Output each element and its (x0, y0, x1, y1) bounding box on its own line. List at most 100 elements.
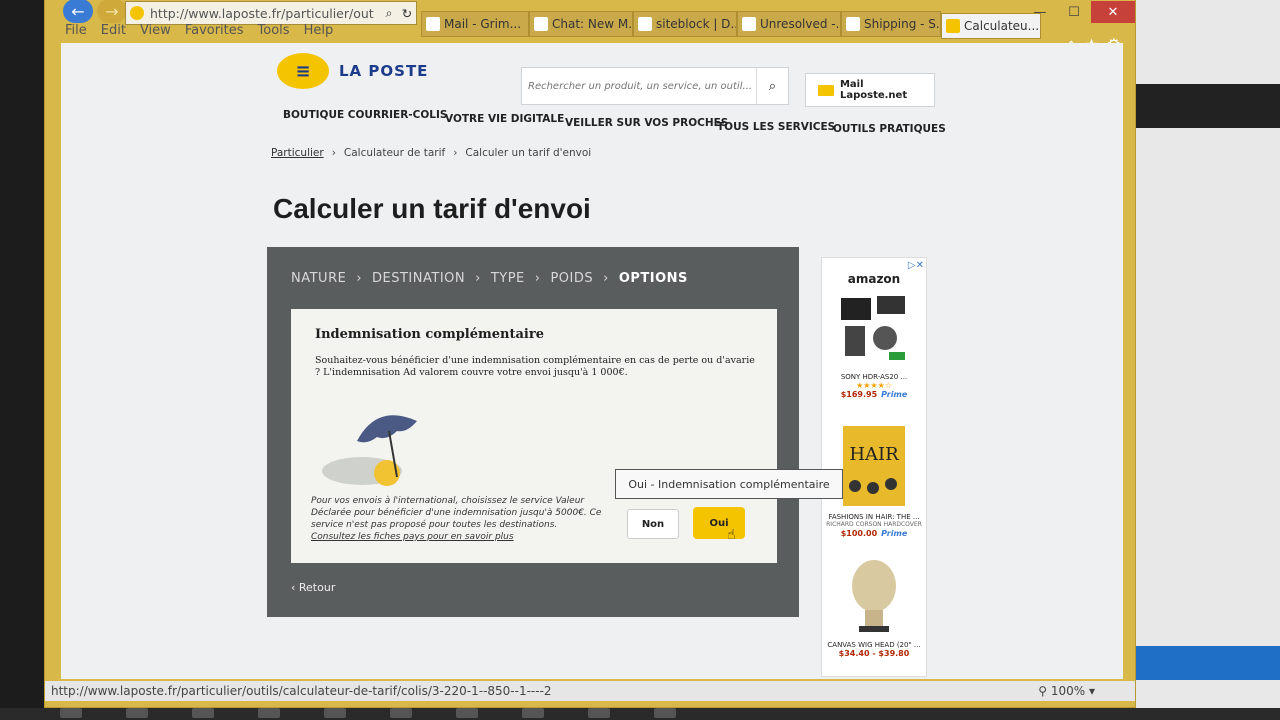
prime-badge: Prime (881, 390, 908, 399)
step-options: OPTIONS (618, 271, 688, 286)
laposte-favicon-icon (130, 6, 144, 20)
os-taskbar (0, 708, 1280, 720)
product-name: CANVAS WIG HEAD (20" ... (827, 641, 921, 649)
excel-taskbar-icon[interactable] (456, 708, 478, 718)
start-icon[interactable] (60, 708, 82, 718)
page-title: Calculer un tarif d'envoi (273, 193, 591, 224)
refresh-icon[interactable]: ↻ (398, 6, 416, 21)
menu-edit[interactable]: Edit (101, 23, 126, 43)
siteblock-icon (638, 17, 652, 31)
prime-badge: Prime (881, 529, 908, 538)
search-icon: ⌕ (768, 78, 777, 94)
product-price: $169.95 Prime (822, 390, 926, 399)
info-body: Pour vos envois à l'international, chois… (311, 496, 602, 530)
site-search: ⌕ (521, 67, 789, 105)
nav-vie-digitale[interactable]: VOTRE VIE DIGITALE (445, 113, 564, 125)
minimize-button[interactable]: — (1023, 1, 1057, 23)
search-input[interactable] (522, 80, 756, 92)
zoom-level[interactable]: ⚲ 100% ▾ (1038, 684, 1095, 698)
mail-laposte-button[interactable]: Mail Laposte.net (805, 73, 935, 107)
chevron-right-icon: › (603, 271, 609, 286)
menu-view[interactable]: View (140, 23, 171, 43)
back-button[interactable]: ← (63, 0, 93, 23)
tab-label: Chat: New M... (552, 17, 633, 31)
menu-favorites[interactable]: Favorites (185, 23, 244, 43)
tab-unresolved[interactable]: Unresolved -... (737, 11, 841, 37)
tab-label: Unresolved -... (760, 17, 841, 31)
breadcrumb-calculateur[interactable]: Calculateur de tarif (344, 147, 445, 159)
oui-button[interactable]: Oui (693, 507, 745, 539)
tab-shipping[interactable]: Shipping - S... (841, 11, 941, 37)
adchoices-icon[interactable]: ▷✕ (908, 260, 924, 271)
product-price: $34.40 - $39.80 (838, 649, 910, 658)
tab-chat[interactable]: Chat: New M... (529, 11, 633, 37)
price-value: $169.95 (840, 390, 878, 399)
address-bar[interactable]: http://www.laposte.fr/particulier/out ⌕ … (125, 1, 417, 25)
hair-book-image: HAIR (843, 426, 905, 506)
step-type[interactable]: TYPE (491, 271, 525, 286)
ad-product[interactable]: SONY HDR-AS20 ... ★★★★☆ $169.95 Prime (822, 292, 926, 399)
ad-product[interactable]: CANVAS WIG HEAD (20" ... $34.40 - $39.80 (822, 558, 926, 658)
nav-outils[interactable]: OUTILS PRATIQUES (833, 123, 946, 135)
step-destination[interactable]: DESTINATION (372, 271, 465, 286)
chevron-right-icon: › (453, 147, 458, 159)
chevron-right-icon: › (475, 271, 481, 286)
hand-cursor-icon: ☝ (727, 527, 736, 543)
menu-bar: File Edit View Favorites Tools Help (65, 23, 333, 43)
umbrella-icon (322, 415, 417, 486)
question-text: Souhaitez-vous bénéficier d'une indemnis… (315, 355, 755, 378)
onenote-taskbar-icon[interactable] (588, 708, 610, 718)
step-poids[interactable]: POIDS (550, 271, 593, 286)
zoom-icon: ⚲ (1038, 684, 1051, 698)
search-icon[interactable]: ⌕ (380, 5, 398, 21)
amazon-ad[interactable]: ▷✕ amazon SONY HDR-AS20 ... ★★★★☆ $169.9… (821, 257, 927, 677)
amazon-logo: amazon (847, 272, 901, 286)
background-window-bar (1136, 84, 1280, 128)
card-title: Indemnisation complémentaire (315, 327, 544, 342)
status-url: http://www.laposte.fr/particulier/outils… (51, 684, 552, 698)
forward-button[interactable]: → (97, 0, 127, 23)
powerpoint-taskbar-icon[interactable] (522, 708, 544, 718)
breadcrumb-particulier[interactable]: Particulier (271, 147, 324, 159)
word-taskbar-icon[interactable] (390, 708, 412, 718)
step-nature[interactable]: NATURE (291, 271, 346, 286)
app-taskbar-icon[interactable] (654, 708, 676, 718)
menu-file[interactable]: File (65, 23, 87, 43)
wig-head-image (852, 560, 896, 632)
laposte-favicon-icon (946, 19, 960, 33)
nav-boutique[interactable]: BOUTIQUE COURRIER-COLIS (283, 109, 447, 121)
close-window-button[interactable]: ✕ (1091, 1, 1135, 23)
laposte-logo[interactable]: ≡ LA POSTE (277, 53, 428, 89)
non-button[interactable]: Non (627, 509, 679, 539)
tab-mail[interactable]: Mail - Grim... (421, 11, 529, 37)
envelope-icon (818, 84, 834, 96)
tab-siteblock[interactable]: siteblock | D... (633, 11, 737, 37)
nav-veiller[interactable]: VEILLER SUR VOS PROCHES (565, 117, 728, 129)
tooltip: Oui - Indemnisation complémentaire (615, 469, 843, 499)
chrome-taskbar-icon[interactable] (192, 708, 214, 718)
options-card: Indemnisation complémentaire Souhaitez-v… (291, 309, 843, 563)
ticket-icon (742, 17, 756, 31)
background-window-strip (1136, 646, 1280, 680)
folder-taskbar-icon[interactable] (324, 708, 346, 718)
brand-name: LA POSTE (339, 62, 429, 80)
price-value: $100.00 (840, 529, 878, 538)
outlook-taskbar-icon[interactable] (258, 708, 280, 718)
browser-window: ← → http://www.laposte.fr/particulier/ou… (44, 0, 1136, 708)
retour-link[interactable]: ‹ Retour (291, 581, 335, 594)
maximize-button[interactable]: ☐ (1057, 1, 1091, 23)
ie-taskbar-icon[interactable] (126, 708, 148, 718)
zoom-value: 100% (1050, 684, 1086, 698)
menu-help[interactable]: Help (304, 23, 334, 43)
chevron-right-icon: › (331, 147, 336, 159)
nav-services[interactable]: TOUS LES SERVICES (717, 121, 835, 133)
menu-tools[interactable]: Tools (258, 23, 290, 43)
info-link[interactable]: Consultez les fiches pays pour en savoir… (311, 532, 514, 542)
search-button[interactable]: ⌕ (756, 68, 788, 104)
tab-label: Shipping - S... (864, 17, 941, 31)
camera-kit-image (841, 296, 905, 360)
chevron-right-icon: › (356, 271, 363, 286)
product-name: FASHIONS IN HAIR: THE ... (828, 513, 920, 521)
laposte-logo-icon: ≡ (277, 53, 329, 89)
address-text[interactable]: http://www.laposte.fr/particulier/out (150, 6, 380, 21)
